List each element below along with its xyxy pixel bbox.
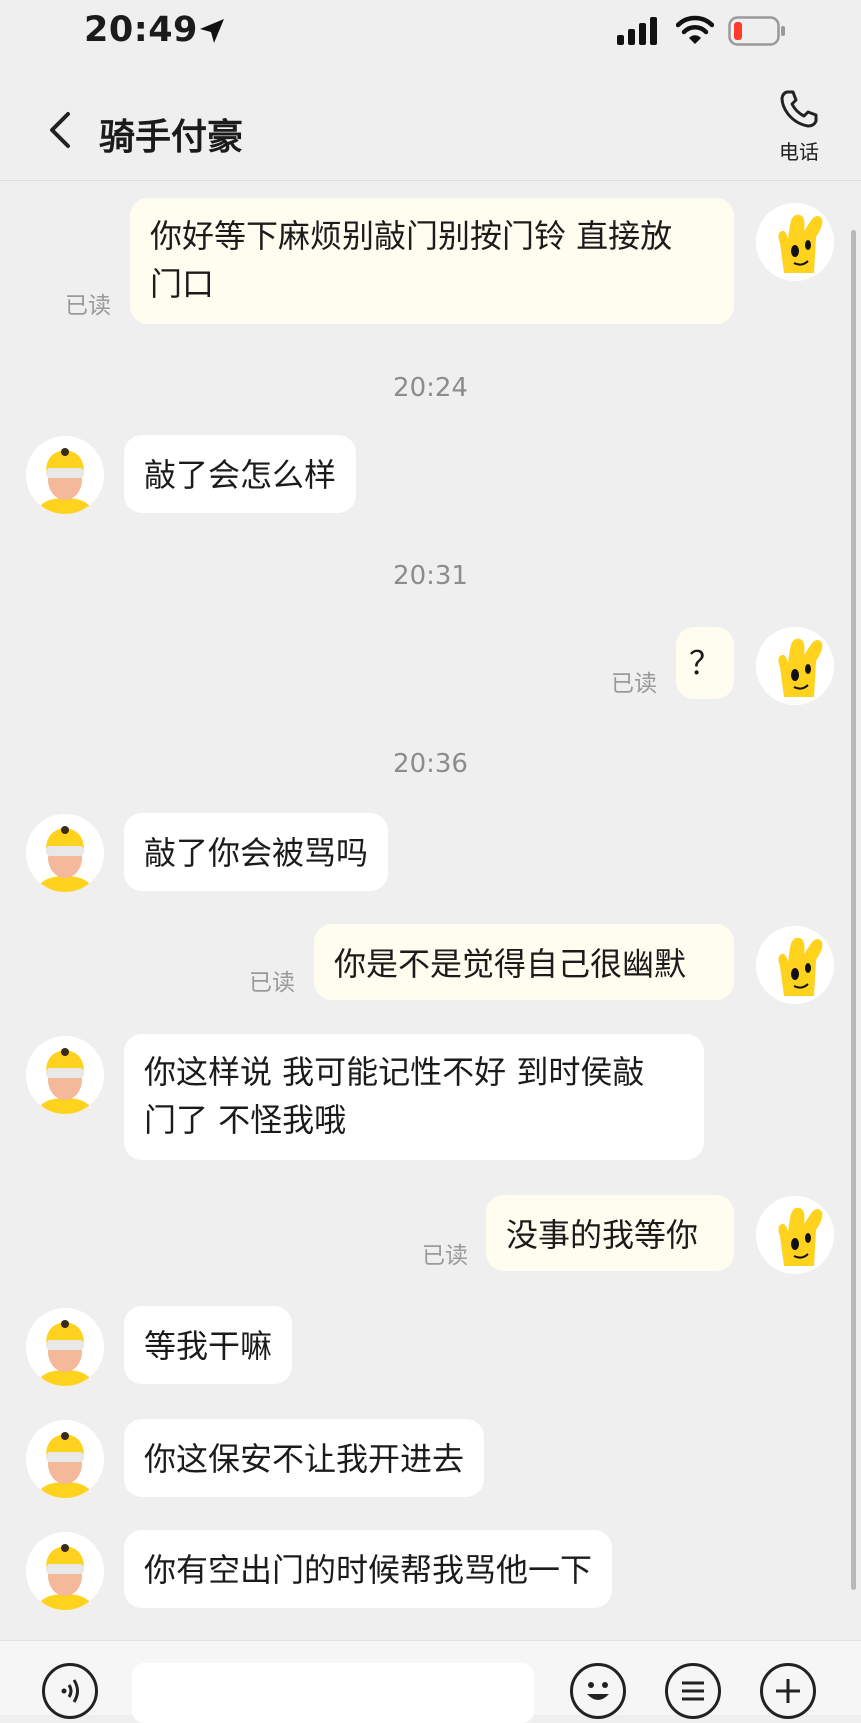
- avatar[interactable]: [26, 1420, 104, 1498]
- message-bubble-incoming[interactable]: 敲了会怎么样: [124, 435, 357, 513]
- read-receipt: 已读: [611, 671, 657, 697]
- avatar[interactable]: [756, 1196, 834, 1274]
- status-bar: 20:49: [0, 0, 861, 70]
- avatar[interactable]: [26, 1532, 104, 1610]
- call-label: 电话: [779, 140, 819, 164]
- message-bubble-outgoing[interactable]: 你好等下麻烦别敲门别按门铃 直接放 门口: [130, 198, 734, 324]
- battery-low-icon: [728, 16, 785, 46]
- rider-avatar-icon: [26, 814, 104, 892]
- read-receipt: 已读: [249, 970, 295, 996]
- yellow-hand-avatar-icon: [756, 627, 834, 705]
- message-text: 敲了会怎么样: [144, 456, 337, 494]
- voice-icon: [61, 1679, 79, 1703]
- yellow-hand-avatar-icon: [756, 1196, 834, 1274]
- rider-avatar-icon: [26, 1420, 104, 1498]
- rider-avatar-icon: [26, 1532, 104, 1610]
- message-text: 等我干嘛: [144, 1327, 273, 1365]
- avatar[interactable]: [26, 1036, 104, 1114]
- avatar[interactable]: [756, 203, 834, 281]
- yellow-hand-avatar-icon: [756, 926, 834, 1004]
- message-bubble-incoming[interactable]: 你这保安不让我开进去: [124, 1419, 485, 1497]
- avatar[interactable]: [26, 436, 104, 514]
- read-receipt: 已读: [65, 293, 111, 319]
- voice-button[interactable]: [42, 1663, 98, 1719]
- rider-avatar-icon: [26, 1308, 104, 1386]
- avatar[interactable]: [26, 814, 104, 892]
- message-line: 门口: [150, 265, 215, 303]
- plus-button[interactable]: [760, 1663, 816, 1719]
- input-bar: [0, 1640, 861, 1723]
- timestamp: 20:24: [393, 373, 468, 403]
- rider-avatar-icon: [26, 1036, 104, 1114]
- plus-icon: [776, 1679, 800, 1703]
- message-text: 你有空出门的时候帮我骂他一下: [144, 1551, 593, 1589]
- yellow-hand-avatar-icon: [756, 203, 834, 281]
- message-text: 你是不是觉得自己很幽默: [334, 945, 687, 983]
- chat-title: 骑手付豪: [99, 117, 244, 158]
- timestamp: 20:31: [393, 561, 468, 591]
- message-text: 你这保安不让我开进去: [144, 1440, 465, 1478]
- message-text: 没事的我等你: [506, 1216, 699, 1254]
- message-line: 你好等下麻烦别敲门别按门铃 直接放: [150, 217, 673, 255]
- wifi-icon: [676, 15, 714, 44]
- message-bubble-incoming[interactable]: 等我干嘛: [124, 1306, 293, 1384]
- message-bubble-incoming[interactable]: 你这样说 我可能记性不好 到时侯敲 门了 不怪我哦: [124, 1034, 704, 1160]
- phone-icon: [780, 90, 818, 128]
- chat-header: 骑手付豪 电话: [0, 70, 861, 181]
- avatar[interactable]: [26, 1308, 104, 1386]
- message-input[interactable]: [132, 1663, 534, 1723]
- status-time: 20:49: [84, 10, 198, 50]
- call-button[interactable]: 电话: [764, 88, 834, 174]
- message-text: 敲了你会被骂吗: [144, 834, 369, 872]
- message-bubble-outgoing[interactable]: ？: [676, 627, 734, 699]
- avatar[interactable]: [756, 627, 834, 705]
- avatar[interactable]: [756, 926, 834, 1004]
- scrollbar[interactable]: [851, 230, 856, 1590]
- message-bubble-incoming[interactable]: 敲了你会被骂吗: [124, 813, 389, 891]
- message-line: 你这样说 我可能记性不好 到时侯敲: [144, 1053, 645, 1091]
- message-bubble-incoming[interactable]: 你有空出门的时候帮我骂他一下: [124, 1530, 613, 1608]
- emoji-icon: [587, 1682, 609, 1700]
- location-arrow-icon: [200, 19, 224, 43]
- message-line: 门了 不怪我哦: [144, 1101, 347, 1139]
- read-receipt: 已读: [422, 1243, 468, 1269]
- timestamp: 20:36: [393, 749, 468, 779]
- back-chevron-icon[interactable]: [46, 110, 76, 150]
- menu-button[interactable]: [665, 1663, 721, 1719]
- rider-avatar-icon: [26, 436, 104, 514]
- signal-icon: [617, 17, 657, 45]
- message-bubble-outgoing[interactable]: 你是不是觉得自己很幽默: [314, 924, 734, 1000]
- emoji-button[interactable]: [570, 1663, 626, 1719]
- menu-icon: [682, 1681, 704, 1701]
- message-bubble-outgoing[interactable]: 没事的我等你: [486, 1195, 734, 1271]
- message-text: ？: [688, 644, 721, 682]
